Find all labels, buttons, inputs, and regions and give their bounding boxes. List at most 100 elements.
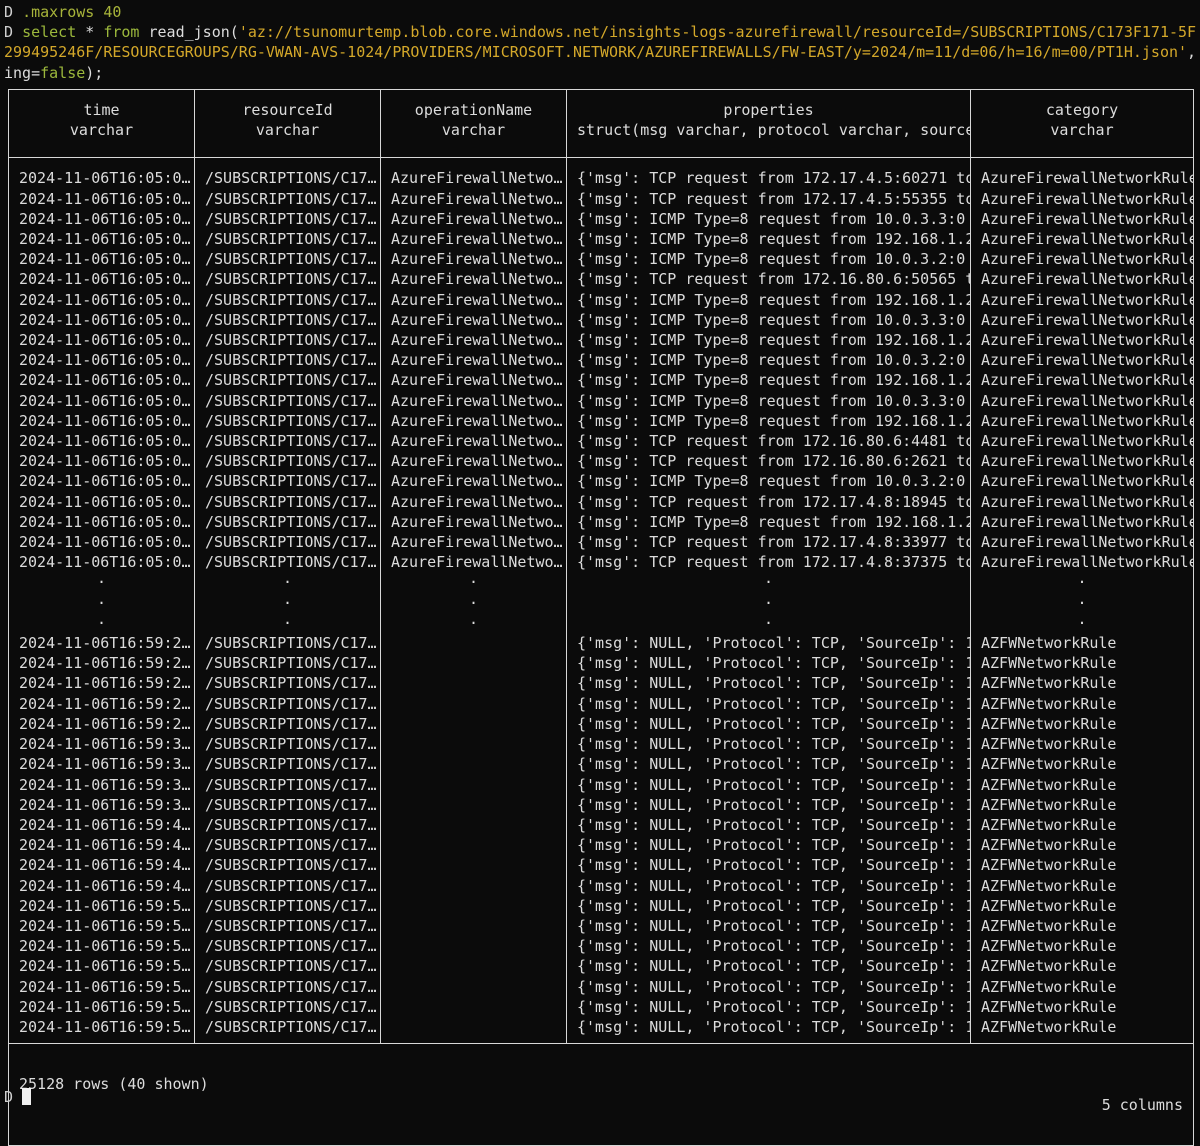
table-cell: 2024-11-06T16:59:5… (8, 1016, 195, 1045)
input-line[interactable]: D (4, 1087, 32, 1107)
table-cell: {'msg': ICMP Type=8 request from 10.0.3.… (566, 390, 971, 411)
table-cell: 2024-11-06T16:05:0… (8, 249, 195, 270)
terminal-window[interactable]: D .maxrows 40 D select * from read_json(… (0, 0, 1200, 1146)
table-cell: {'msg': ICMP Type=8 request from 10.0.3.… (566, 309, 971, 331)
table-cell: /SUBSCRIPTIONS/C17… (194, 269, 381, 290)
command-line-query-2: 299495246F/RESOURCEGROUPS/RG-VWAN-AVS-10… (4, 42, 1196, 62)
table-row: 2024-11-06T16:05:0…/SUBSCRIPTIONS/C17… Az… (8, 431, 1194, 452)
table-cell: 2024-11-06T16:59:4… (8, 835, 195, 856)
table-row: 2024-11-06T16:59:4…/SUBSCRIPTIONS/C17… {'… (8, 835, 1194, 856)
table-row: 2024-11-06T16:05:0…/SUBSCRIPTIONS/C17… Az… (8, 350, 1194, 371)
table-cell: AZFWNetworkRule (970, 713, 1194, 735)
table-cell: {'msg': NULL, 'Protocol': TCP, 'SourceIp… (566, 996, 971, 1017)
table-cell: AZFWNetworkRule (970, 814, 1194, 836)
table-cell: AZFWNetworkRule (970, 693, 1194, 714)
table-cell: {'msg': TCP request from 172.17.4.8:3397… (566, 532, 971, 553)
table-cell: 2024-11-06T16:59:5… (8, 915, 195, 937)
table-cell (380, 956, 567, 977)
table-cell: 2024-11-06T16:59:2… (8, 653, 195, 674)
table-cell: {'msg': NULL, 'Protocol': TCP, 'SourceIp… (566, 673, 971, 694)
table-cell: /SUBSCRIPTIONS/C17… (194, 229, 381, 250)
prompt: D (4, 3, 14, 21)
table-cell: /SUBSCRIPTIONS/C17… (194, 915, 381, 937)
sql-function: read_json( (139, 23, 239, 42)
table-cell: 2024-11-06T16:59:5… (8, 895, 195, 916)
table-cell: {'msg': NULL, 'Protocol': TCP, 'SourceIp… (566, 653, 971, 674)
table-cell: {'msg': NULL, 'Protocol': TCP, 'SourceIp… (566, 895, 971, 916)
table-cell: {'msg': NULL, 'Protocol': TCP, 'SourceIp… (566, 814, 971, 836)
table-row: 2024-11-06T16:05:0…/SUBSCRIPTIONS/C17… Az… (8, 229, 1194, 250)
table-cell: {'msg': NULL, 'Protocol': TCP, 'SourceIp… (566, 915, 971, 937)
ellipsis-dot: · (380, 572, 567, 593)
table-cell: /SUBSCRIPTIONS/C17… (194, 511, 381, 533)
table-cell: AzureFirewallNetworkRule (970, 289, 1194, 310)
table-cell: /SUBSCRIPTIONS/C17… (194, 713, 381, 735)
column-header-time: time varchar (8, 88, 195, 159)
table-cell: AZFWNetworkRule (970, 774, 1194, 795)
table-row: 2024-11-06T16:05:0…/SUBSCRIPTIONS/C17… Az… (8, 532, 1194, 553)
table-cell: /SUBSCRIPTIONS/C17… (194, 289, 381, 310)
table-cell: {'msg': ICMP Type=8 request from 10.0.3.… (566, 350, 971, 371)
table-row: 2024-11-06T16:05:0…/SUBSCRIPTIONS/C17… Az… (8, 208, 1194, 230)
table-cell: /SUBSCRIPTIONS/C17… (194, 532, 381, 553)
table-cell: AzureFirewallNetwo… (380, 350, 567, 371)
table-cell: 2024-11-06T16:05:0… (8, 350, 195, 371)
table-footer-row: 25128 rows (40 shown) 5 columns (8, 1043, 1194, 1146)
table-cell: 2024-11-06T16:05:0… (8, 330, 195, 351)
table-cell: AZFWNetworkRule (970, 734, 1194, 755)
table-row: 2024-11-06T16:05:0…/SUBSCRIPTIONS/C17… Az… (8, 451, 1194, 472)
table-cell: AzureFirewallNetwo… (380, 229, 567, 250)
table-cell: AzureFirewallNetwo… (380, 157, 567, 189)
column-header-resourceid: resourceId varchar (194, 88, 381, 159)
ellipsis-dot: · (8, 592, 195, 613)
table-cell: {'msg': NULL, 'Protocol': TCP, 'SourceIp… (566, 936, 971, 957)
table-cell: AZFWNetworkRule (970, 996, 1194, 1017)
table-cell: /SUBSCRIPTIONS/C17… (194, 431, 381, 452)
table-cell: AzureFirewallNetworkRule (970, 532, 1194, 553)
table-cell: {'msg': NULL, 'Protocol': TCP, 'SourceIp… (566, 794, 971, 815)
table-cell: 2024-11-06T16:59:3… (8, 734, 195, 755)
ellipsis-dot: · (194, 572, 381, 593)
table-cell: 2024-11-06T16:59:5… (8, 936, 195, 957)
table-row: 2024-11-06T16:05:0…/SUBSCRIPTIONS/C17… Az… (8, 249, 1194, 270)
table-cell: AZFWNetworkRule (970, 835, 1194, 856)
table-cell: {'msg': ICMP Type=8 request from 192.168… (566, 289, 971, 310)
table-cell: {'msg': ICMP Type=8 request from 192.168… (566, 410, 971, 432)
table-cell: AZFWNetworkRule (970, 673, 1194, 694)
table-cell: AZFWNetworkRule (970, 956, 1194, 977)
table-cell: {'msg': TCP request from 172.17.4.8:1894… (566, 491, 971, 512)
sql-close: ); (85, 63, 104, 82)
table-cell: /SUBSCRIPTIONS/C17… (194, 996, 381, 1017)
table-cell (380, 915, 567, 937)
table-cell: /SUBSCRIPTIONS/C17… (194, 855, 381, 876)
table-row: 2024-11-06T16:59:2…/SUBSCRIPTIONS/C17… {'… (8, 673, 1194, 694)
table-row: 2024-11-06T16:05:0…/SUBSCRIPTIONS/C17… Az… (8, 491, 1194, 512)
table-cell: AZFWNetworkRule (970, 794, 1194, 815)
table-row: 2024-11-06T16:59:4…/SUBSCRIPTIONS/C17… {'… (8, 855, 1194, 876)
table-cell (380, 713, 567, 735)
table-row: 2024-11-06T16:59:2…/SUBSCRIPTIONS/C17… {'… (8, 653, 1194, 674)
table-cell: 2024-11-06T16:59:3… (8, 794, 195, 815)
table-row: 2024-11-06T16:59:3…/SUBSCRIPTIONS/C17… {'… (8, 794, 1194, 815)
table-cell: 2024-11-06T16:59:2… (8, 713, 195, 735)
table-cell: {'msg': NULL, 'Protocol': TCP, 'SourceIp… (566, 713, 971, 735)
table-cell: {'msg': ICMP Type=8 request from 10.0.3.… (566, 471, 971, 492)
table-cell: {'msg': NULL, 'Protocol': TCP, 'SourceIp… (566, 734, 971, 755)
sql-keyword-select: select (22, 23, 77, 42)
table-cell: AzureFirewallNetwo… (380, 309, 567, 331)
ellipsis-row: · · · · · (8, 592, 1194, 613)
ellipsis-dot: · (566, 612, 971, 634)
table-cell (380, 895, 567, 916)
table-cell: {'msg': ICMP Type=8 request from 192.168… (566, 229, 971, 250)
table-cell: AzureFirewallNetwo… (380, 289, 567, 310)
table-cell: AzureFirewallNetworkRule (970, 157, 1194, 189)
table-cell: /SUBSCRIPTIONS/C17… (194, 410, 381, 432)
table-cell: 2024-11-06T16:59:3… (8, 754, 195, 775)
ellipsis-dot: · (8, 612, 195, 634)
table-cell: 2024-11-06T16:05:0… (8, 532, 195, 553)
table-cell (380, 936, 567, 957)
table-row: 2024-11-06T16:05:0…/SUBSCRIPTIONS/C17… Az… (8, 471, 1194, 492)
table-cell: 2024-11-06T16:59:2… (8, 673, 195, 694)
table-cell: {'msg': TCP request from 172.16.80.6:505… (566, 269, 971, 290)
table-cell: 2024-11-06T16:59:5… (8, 976, 195, 997)
